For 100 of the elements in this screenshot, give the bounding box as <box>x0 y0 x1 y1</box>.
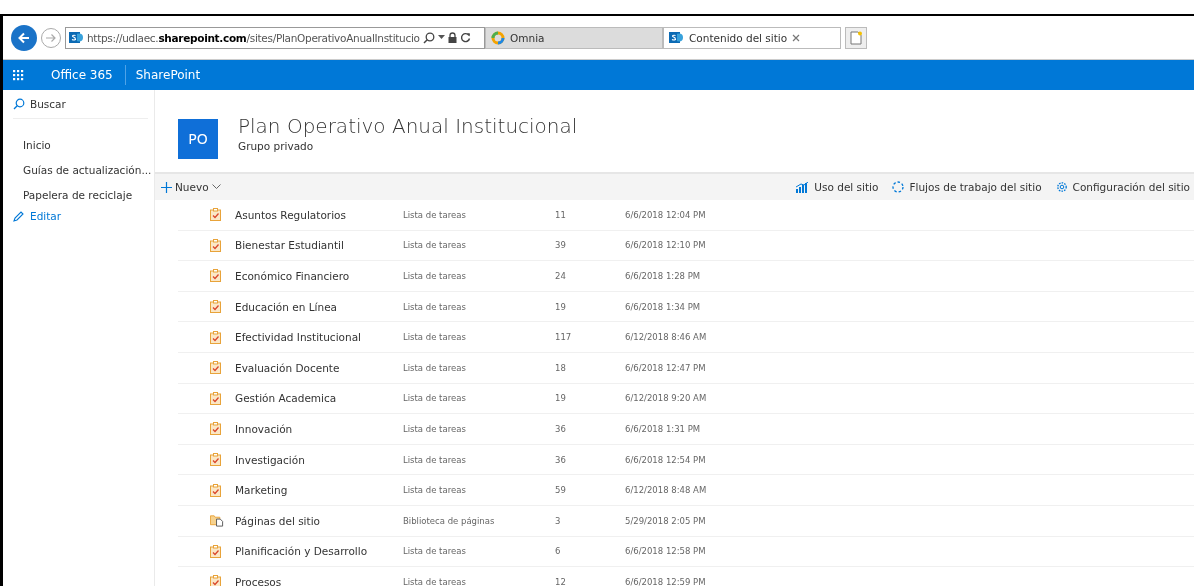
back-button[interactable] <box>11 24 37 51</box>
list-type: Lista de tareas <box>403 576 467 586</box>
sharepoint-link[interactable]: SharePoint <box>125 68 211 82</box>
list-type: Lista de tareas <box>403 240 467 251</box>
modified-date: 6/6/2018 1:34 PM <box>625 301 701 312</box>
back-arrow-icon <box>17 30 31 45</box>
modified-date: 6/6/2018 12:04 PM <box>625 209 706 220</box>
checklist-icon <box>210 575 221 586</box>
sharepoint-icon <box>69 31 84 44</box>
new-button[interactable]: Nuevo <box>161 181 221 193</box>
list-type: Lista de tareas <box>403 393 467 404</box>
item-count: 19 <box>555 393 567 404</box>
item-count: 117 <box>555 332 573 343</box>
list-name-link[interactable]: Procesos <box>235 575 403 586</box>
command-button[interactable]: Configuración del sitio <box>1055 181 1190 193</box>
plus-icon <box>161 181 172 193</box>
list-type: Lista de tareas <box>403 209 467 220</box>
circular-arrows-icon <box>892 181 905 193</box>
command-button[interactable]: Uso del sitio <box>796 181 879 193</box>
pencil-icon <box>13 210 25 222</box>
item-count: 19 <box>555 301 567 312</box>
item-count: 18 <box>555 362 567 373</box>
list-type: Lista de tareas <box>403 423 467 434</box>
item-count: 36 <box>555 423 567 434</box>
list-name-link[interactable]: Económico Financiero <box>235 270 403 282</box>
edit-link[interactable]: Editar <box>13 210 154 222</box>
modified-date: 6/6/2018 1:31 PM <box>625 423 701 434</box>
modified-date: 6/6/2018 12:58 PM <box>625 546 706 557</box>
address-field[interactable]: https://udlaec.sharepoint.com/sites/PlanOperativoAnualInstitucio <box>65 26 485 49</box>
office-365-link[interactable]: Office 365 <box>33 65 126 85</box>
item-count: 12 <box>555 576 567 586</box>
caret-icon[interactable] <box>437 35 445 40</box>
item-count: 59 <box>555 485 567 496</box>
list-name-link[interactable]: Páginas del sitio <box>235 514 403 527</box>
ring-logo-icon <box>491 30 505 45</box>
forward-arrow-icon <box>45 31 57 44</box>
item-count: 11 <box>555 209 567 220</box>
nav-item[interactable]: Guías de actualización... <box>23 160 154 185</box>
checklist-icon <box>210 483 221 497</box>
checklist-icon <box>210 453 221 467</box>
modified-date: 6/12/2018 8:48 AM <box>625 485 707 496</box>
modified-date: 6/6/2018 12:10 PM <box>625 240 706 251</box>
close-icon[interactable] <box>792 33 801 42</box>
new-page-icon <box>850 30 862 45</box>
browser-tab[interactable]: Contenido del sitio <box>663 26 841 49</box>
settings-icon <box>1055 181 1068 193</box>
list-type: Lista de tareas <box>403 485 467 496</box>
modified-date: 5/29/2018 2:05 PM <box>625 515 706 526</box>
list-name-link[interactable]: Bienestar Estudiantil <box>235 239 403 252</box>
browser-tab[interactable]: Omnia <box>485 26 663 49</box>
list-type: Lista de tareas <box>403 454 467 465</box>
list-name-link[interactable]: Planificación y Desarrollo <box>235 545 403 558</box>
modified-date: 6/12/2018 9:20 AM <box>625 393 707 404</box>
checklist-icon <box>210 300 221 314</box>
list-type: Lista de tareas <box>403 362 467 373</box>
checklist-icon <box>210 544 221 558</box>
refresh-icon[interactable] <box>459 32 471 43</box>
checklist-icon <box>210 208 221 222</box>
item-count: 36 <box>555 454 567 465</box>
checklist-icon <box>210 330 221 344</box>
list-name-link[interactable]: Innovación <box>235 422 403 435</box>
list-name-link[interactable]: Educación en Línea <box>235 300 403 313</box>
list-type: Biblioteca de páginas <box>403 515 496 526</box>
folder-page-icon <box>210 514 224 528</box>
list-name-link[interactable]: Gestión Academica <box>235 392 403 405</box>
site-logo: PO <box>178 119 218 159</box>
list-name-link[interactable]: Efectividad Institucional <box>235 331 403 344</box>
list-type: Lista de tareas <box>403 271 467 281</box>
list-name-link[interactable]: Marketing <box>235 484 403 497</box>
checklist-icon <box>210 269 221 283</box>
item-count: 6 <box>555 546 562 557</box>
nav-item[interactable]: Papelera de reciclaje <box>23 185 154 210</box>
sharepoint-icon <box>669 31 684 44</box>
item-count: 3 <box>555 515 562 526</box>
search-link[interactable]: Buscar <box>13 98 66 110</box>
modified-date: 6/6/2018 1:28 PM <box>625 271 701 281</box>
checklist-icon <box>210 361 221 375</box>
list-type: Lista de tareas <box>403 301 467 312</box>
search-icon[interactable] <box>422 31 435 44</box>
list-name-link[interactable]: Evaluación Docente <box>235 361 403 374</box>
item-count: 24 <box>555 271 567 281</box>
chevron-icon <box>211 184 221 190</box>
checklist-icon <box>210 238 221 252</box>
address-url: https://udlaec.sharepoint.com/sites/PlanOperativoAnualInstitucio <box>87 31 420 44</box>
modified-date: 6/6/2018 12:54 PM <box>625 454 706 465</box>
waffle-icon <box>12 69 24 81</box>
list-type: Lista de tareas <box>403 332 467 343</box>
modified-date: 6/6/2018 12:59 PM <box>625 576 706 586</box>
site-subtitle: Grupo privado <box>238 140 315 152</box>
checklist-icon <box>210 391 221 405</box>
search-icon <box>13 98 25 110</box>
checklist-icon <box>210 422 221 436</box>
list-type: Lista de tareas <box>403 546 467 557</box>
list-name-link[interactable]: Asuntos Regulatorios <box>235 208 403 221</box>
command-button[interactable]: Flujos de trabajo del sitio <box>892 181 1042 193</box>
bar-chart-icon <box>796 181 810 193</box>
list-name-link[interactable]: Investigación <box>235 453 403 466</box>
item-count: 39 <box>555 240 567 251</box>
modified-date: 6/12/2018 8:46 AM <box>625 332 707 343</box>
nav-item[interactable]: Inicio <box>23 135 154 160</box>
